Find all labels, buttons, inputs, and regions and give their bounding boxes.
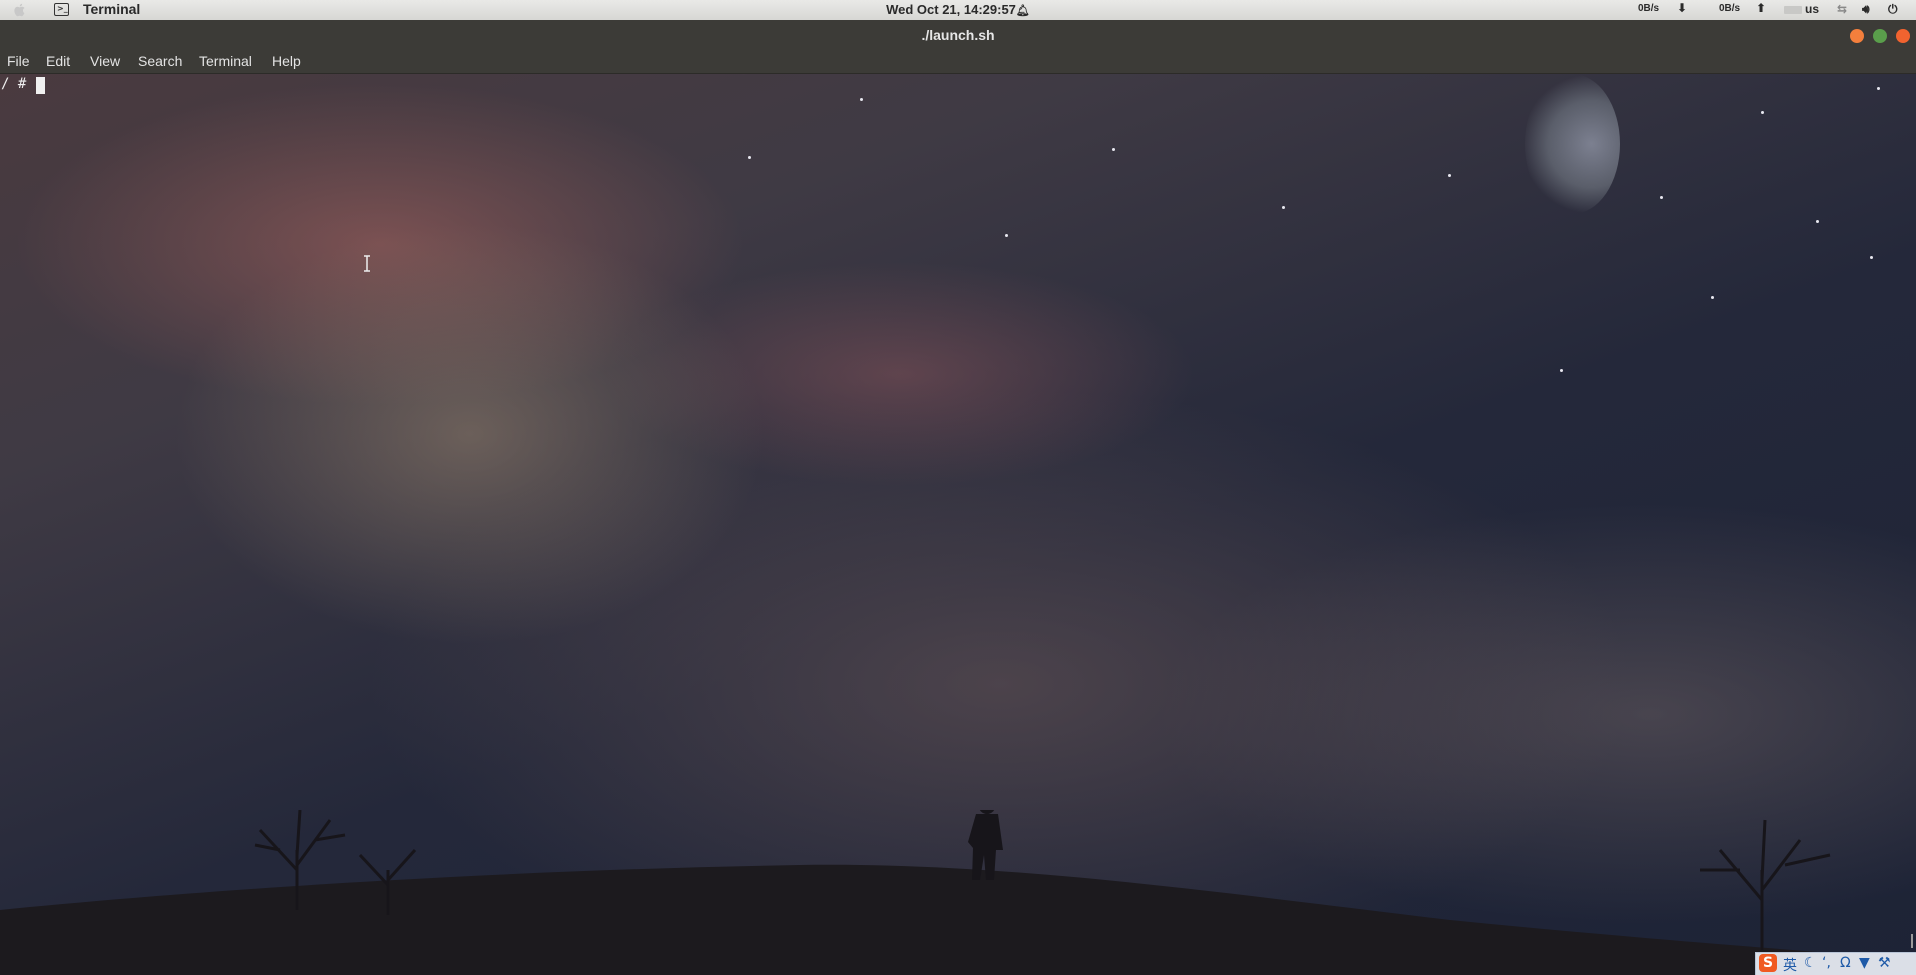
app-name[interactable]: Terminal [83, 1, 140, 17]
window-title-bar[interactable]: ./launch.sh [0, 20, 1916, 52]
terminal-prompt: / # [1, 76, 27, 92]
star [1877, 87, 1880, 90]
volume-icon[interactable]: 🔊︎ [1862, 2, 1870, 17]
menu-file[interactable]: File [7, 53, 30, 69]
apple-icon[interactable] [12, 2, 28, 18]
terminal-background[interactable] [0, 74, 1916, 975]
star [1560, 369, 1563, 372]
minimize-button[interactable] [1850, 29, 1864, 43]
star [860, 98, 863, 101]
network-icon[interactable]: ⇆ [1837, 2, 1847, 16]
scrollbar[interactable] [1911, 934, 1913, 948]
hill-silhouette [0, 810, 1916, 975]
net-up-speed: 0B/s [1719, 3, 1741, 14]
star [1761, 111, 1764, 114]
menu-edit[interactable]: Edit [46, 53, 70, 69]
menu-help[interactable]: Help [272, 53, 301, 69]
power-icon[interactable]: ⏻ [1888, 2, 1898, 17]
star [1005, 234, 1008, 237]
star [1660, 196, 1663, 199]
star [1816, 220, 1819, 223]
star [1282, 206, 1285, 209]
terminal-app-icon: >_ [54, 3, 69, 16]
input-mode-toggle[interactable]: 英 [1783, 955, 1797, 975]
moon-icon[interactable]: ☾ [1804, 955, 1817, 971]
tree-right [1700, 819, 1831, 950]
download-arrow-icon: ⬇︎ [1677, 1, 1688, 15]
shirt-icon[interactable]: ▼ [1859, 955, 1870, 971]
punctuation-icon[interactable]: ‘, [1822, 955, 1831, 971]
clock-text[interactable]: Wed Oct 21, 14:29:57 [886, 2, 1016, 17]
star [1711, 296, 1714, 299]
close-button[interactable] [1896, 29, 1910, 43]
upload-arrow-icon: ⬆︎ [1756, 1, 1767, 15]
star [1112, 148, 1115, 151]
keyboard-icon[interactable] [1784, 6, 1802, 14]
maximize-button[interactable] [1873, 29, 1887, 43]
menu-terminal[interactable]: Terminal [199, 53, 252, 69]
window-title: ./launch.sh [921, 27, 995, 43]
star [748, 156, 751, 159]
terminal-cursor [36, 77, 45, 94]
net-down-speed: 0B/s [1638, 3, 1660, 14]
menu-search[interactable]: Search [138, 53, 182, 69]
menu-view[interactable]: View [90, 53, 120, 69]
bell-icon: 🔔︎ [1015, 5, 1030, 17]
top-panel: >_ Terminal Wed Oct 21, 14:29:57🔔︎ 0B/s … [0, 0, 1916, 20]
sogou-logo-icon[interactable]: S [1759, 954, 1777, 972]
keyboard-layout[interactable]: us [1805, 2, 1819, 16]
person-silhouette [968, 810, 1003, 880]
wrench-icon[interactable]: ⚒ [1878, 955, 1891, 971]
ibeam-cursor-icon [364, 255, 370, 272]
menu-bar: File Edit View Search Terminal Help [0, 52, 1916, 74]
omega-icon[interactable]: Ω [1840, 955, 1851, 971]
moon-image [1525, 74, 1620, 214]
star [1448, 174, 1451, 177]
clock: Wed Oct 21, 14:29:57🔔︎ [0, 2, 1916, 17]
input-method-bar[interactable]: S 英 ☾ ‘, Ω ▼ ⚒ [1755, 952, 1916, 975]
star [1870, 256, 1873, 259]
